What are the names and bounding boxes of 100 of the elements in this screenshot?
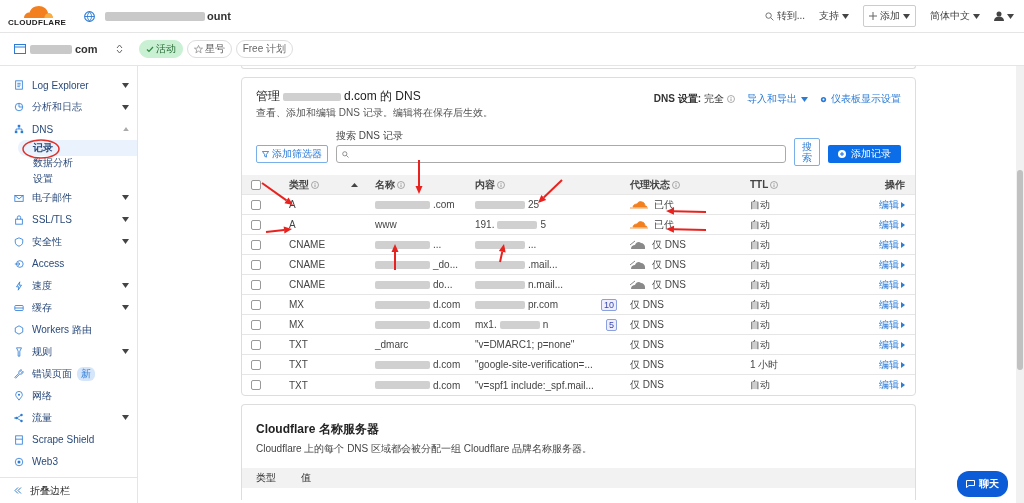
search-button[interactable]: 搜索: [794, 138, 820, 166]
info-icon: [727, 95, 735, 103]
status-pill: Free 计划: [235, 40, 293, 58]
sort-icon[interactable]: [351, 182, 358, 187]
triangle-icon: [901, 321, 905, 328]
chat-button[interactable]: 聊天: [957, 471, 1008, 497]
scrollbar[interactable]: [1016, 66, 1024, 503]
search-icon: [764, 11, 774, 21]
sidebar-item[interactable]: DNS: [0, 118, 137, 140]
sidebar-item[interactable]: 错误页面 新: [0, 362, 137, 385]
column-header[interactable]: 名称: [375, 177, 395, 192]
import-export-menu[interactable]: 导入和导出: [747, 92, 808, 106]
record-name: do...: [433, 279, 453, 290]
language-menu[interactable]: 简体中文: [930, 9, 980, 23]
column-header[interactable]: 类型: [289, 177, 309, 192]
sidebar-item[interactable]: Scrape Shield: [0, 428, 137, 451]
record-type: TXT: [288, 379, 309, 391]
sidebar-subitem[interactable]: 记录: [18, 140, 137, 156]
ttl-value: 自动: [749, 378, 771, 392]
triangle-icon: [901, 281, 905, 288]
edit-link[interactable]: 编辑: [879, 317, 905, 332]
hexagon-icon: [14, 324, 24, 335]
sidebar-item[interactable]: Workers 路由: [0, 318, 137, 341]
blurred-text: [283, 92, 341, 101]
column-header: 值: [301, 471, 312, 485]
ttl-value: 自动: [749, 317, 771, 332]
caret-icon: [122, 195, 129, 200]
wrench-icon: [14, 368, 24, 379]
sidebar-item[interactable]: 网络: [0, 384, 137, 407]
sidebar-item[interactable]: SSL/TLS: [0, 208, 137, 231]
edit-link[interactable]: 编辑: [879, 217, 905, 232]
proxy-status: 仅 DNS: [630, 378, 664, 392]
plus-circle-icon: [838, 150, 846, 158]
sidebar-item[interactable]: 规则: [0, 340, 137, 363]
triangle-icon: [901, 241, 905, 248]
checkbox[interactable]: [251, 319, 261, 330]
checkbox[interactable]: [251, 339, 261, 350]
edit-link[interactable]: 编辑: [879, 257, 905, 272]
add-button[interactable]: 添加: [863, 5, 916, 27]
caret-icon: [122, 239, 129, 244]
annotation-arrow: [666, 207, 707, 215]
sidebar-item[interactable]: Web3: [0, 450, 137, 473]
add-record-button[interactable]: 添加记录: [828, 145, 901, 163]
record-content: n.mail...: [528, 279, 563, 290]
checkbox[interactable]: [251, 199, 261, 210]
sidebar-item[interactable]: Log Explorer: [0, 74, 137, 96]
record-type: TXT: [288, 359, 309, 370]
ttl-value: 1 小时: [749, 357, 780, 372]
add-filter-button[interactable]: 添加筛选器: [256, 145, 328, 163]
blurred-text: [30, 44, 72, 54]
checkbox[interactable]: [251, 279, 261, 290]
card-title: 管理: [256, 89, 280, 104]
edit-link[interactable]: 编辑: [879, 337, 905, 352]
proxy-status: 已代: [654, 197, 674, 212]
annotation-circle: [22, 139, 60, 159]
sidebar-item[interactable]: 速度: [0, 274, 137, 297]
user-menu[interactable]: [994, 11, 1014, 21]
sidebar-item[interactable]: 流量: [0, 406, 137, 429]
checkbox[interactable]: [251, 380, 261, 390]
column-header[interactable]: 内容: [475, 177, 495, 192]
drive-icon: [14, 302, 24, 313]
record-type: CNAME: [288, 259, 327, 270]
record-content: 5: [540, 219, 547, 230]
up-down-icon[interactable]: [115, 44, 123, 54]
column-header[interactable]: 代理状态: [630, 177, 670, 192]
record-type: TXT: [288, 339, 309, 350]
goto-search[interactable]: 转到...: [764, 9, 805, 23]
edit-link[interactable]: 编辑: [879, 297, 905, 312]
edit-link[interactable]: 编辑: [879, 277, 905, 292]
sidebar-item[interactable]: 安全性: [0, 230, 137, 253]
checkbox[interactable]: [251, 259, 261, 270]
dashboard-settings-link[interactable]: 仪表板显示设置: [820, 92, 901, 106]
sidebar-item[interactable]: 电子邮件: [0, 186, 137, 209]
network-icon: [14, 124, 24, 134]
edit-link[interactable]: 编辑: [879, 357, 905, 372]
annotation-arrow: [538, 179, 563, 203]
caret-icon: [122, 104, 129, 110]
sidebar-subitem[interactable]: 设置: [0, 171, 137, 187]
search-field[interactable]: [336, 145, 786, 163]
star-button[interactable]: 星号: [186, 40, 232, 58]
sidebar-item[interactable]: 缓存: [0, 296, 137, 319]
caret-icon: [122, 305, 129, 310]
column-header[interactable]: TTL: [750, 179, 769, 190]
edit-link[interactable]: 编辑: [879, 197, 905, 212]
support-menu[interactable]: 支持: [819, 9, 849, 23]
chat-icon: [966, 480, 975, 488]
checkbox[interactable]: [251, 239, 261, 250]
checkbox[interactable]: [251, 299, 261, 310]
sidebar-subitem[interactable]: 数据分析: [0, 155, 137, 171]
edit-link[interactable]: 编辑: [879, 237, 905, 252]
collapse-sidebar-button[interactable]: 折叠边栏: [0, 477, 137, 503]
shield-icon: [14, 236, 24, 247]
checkbox[interactable]: [251, 179, 261, 190]
checkbox[interactable]: [251, 219, 261, 230]
edit-link[interactable]: 编辑: [879, 378, 905, 392]
sidebar-item[interactable]: Access: [0, 252, 137, 275]
dns-settings-value: 完全: [704, 92, 724, 106]
record-name: ...: [433, 239, 442, 250]
checkbox[interactable]: [251, 359, 261, 370]
sidebar-item[interactable]: 分析和日志: [0, 96, 137, 118]
